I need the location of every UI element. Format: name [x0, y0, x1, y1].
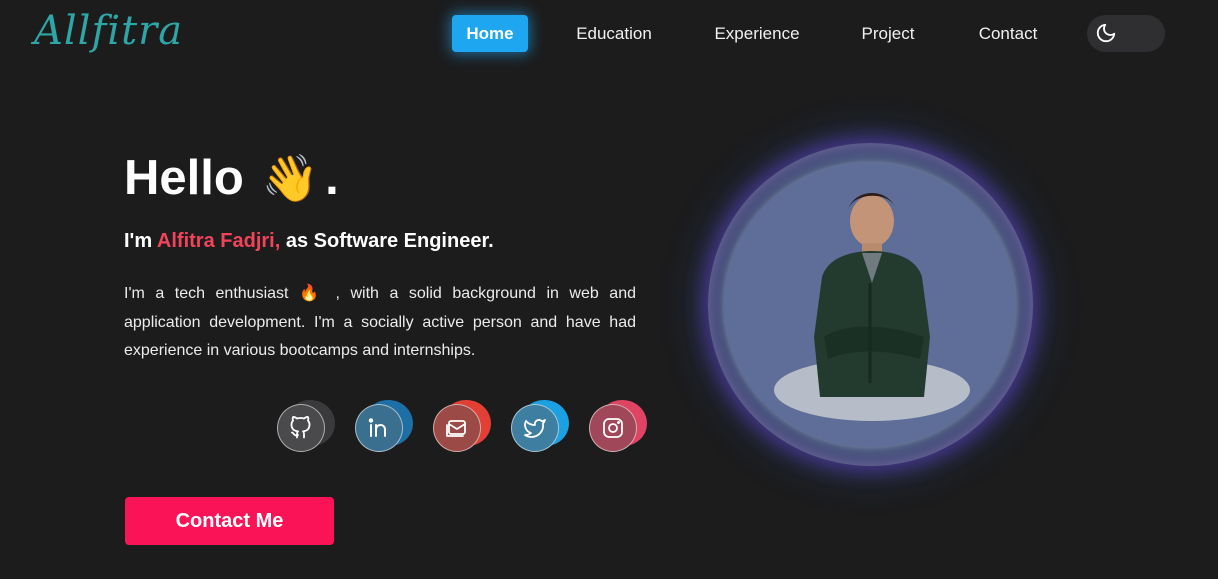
email-button[interactable]	[433, 404, 481, 452]
intro-suffix: as Software Engineer.	[280, 230, 494, 252]
instagram-button[interactable]	[589, 404, 637, 452]
greeting-heading: Hello 👋 .	[124, 150, 339, 206]
nav-contact[interactable]: Contact	[968, 15, 1048, 52]
person-name: Alfitra Fadjri,	[156, 230, 281, 252]
profile-photo	[724, 163, 1016, 447]
nav-experience[interactable]: Experience	[707, 15, 807, 52]
github-button[interactable]	[277, 404, 325, 452]
nav-education[interactable]: Education	[568, 15, 660, 52]
bio-part1: I'm a tech enthusiast	[124, 285, 299, 302]
theme-toggle[interactable]	[1087, 15, 1165, 52]
twitter-button[interactable]	[511, 404, 559, 452]
instagram-link[interactable]	[589, 400, 647, 452]
moon-icon	[1096, 23, 1116, 43]
greeting-period: .	[325, 151, 339, 205]
fire-icon: 🔥	[299, 285, 325, 302]
mail-icon	[446, 420, 466, 437]
greeting-text: Hello	[124, 151, 244, 205]
twitter-icon	[524, 419, 546, 438]
linkedin-button[interactable]	[355, 404, 403, 452]
github-icon	[290, 416, 311, 439]
contact-me-button[interactable]: Contact Me	[125, 497, 334, 545]
person-illustration	[814, 193, 930, 397]
nav-home[interactable]: Home	[452, 15, 528, 52]
intro-prefix: I'm	[124, 230, 157, 252]
bio-paragraph: I'm a tech enthusiast 🔥 , with a solid b…	[124, 280, 636, 366]
logo[interactable]: Allfitra	[34, 8, 183, 54]
email-link[interactable]	[433, 400, 491, 452]
nav-project[interactable]: Project	[854, 15, 922, 52]
waving-hand-icon: 👋	[261, 151, 320, 204]
linkedin-icon	[368, 418, 386, 437]
profile-photo-frame	[708, 143, 1033, 466]
github-link[interactable]	[277, 400, 335, 452]
linkedin-link[interactable]	[355, 400, 413, 452]
intro-line: I'm Alfitra Fadjri, as Software Engineer…	[124, 230, 494, 253]
twitter-link[interactable]	[511, 400, 569, 452]
instagram-icon	[603, 418, 623, 438]
